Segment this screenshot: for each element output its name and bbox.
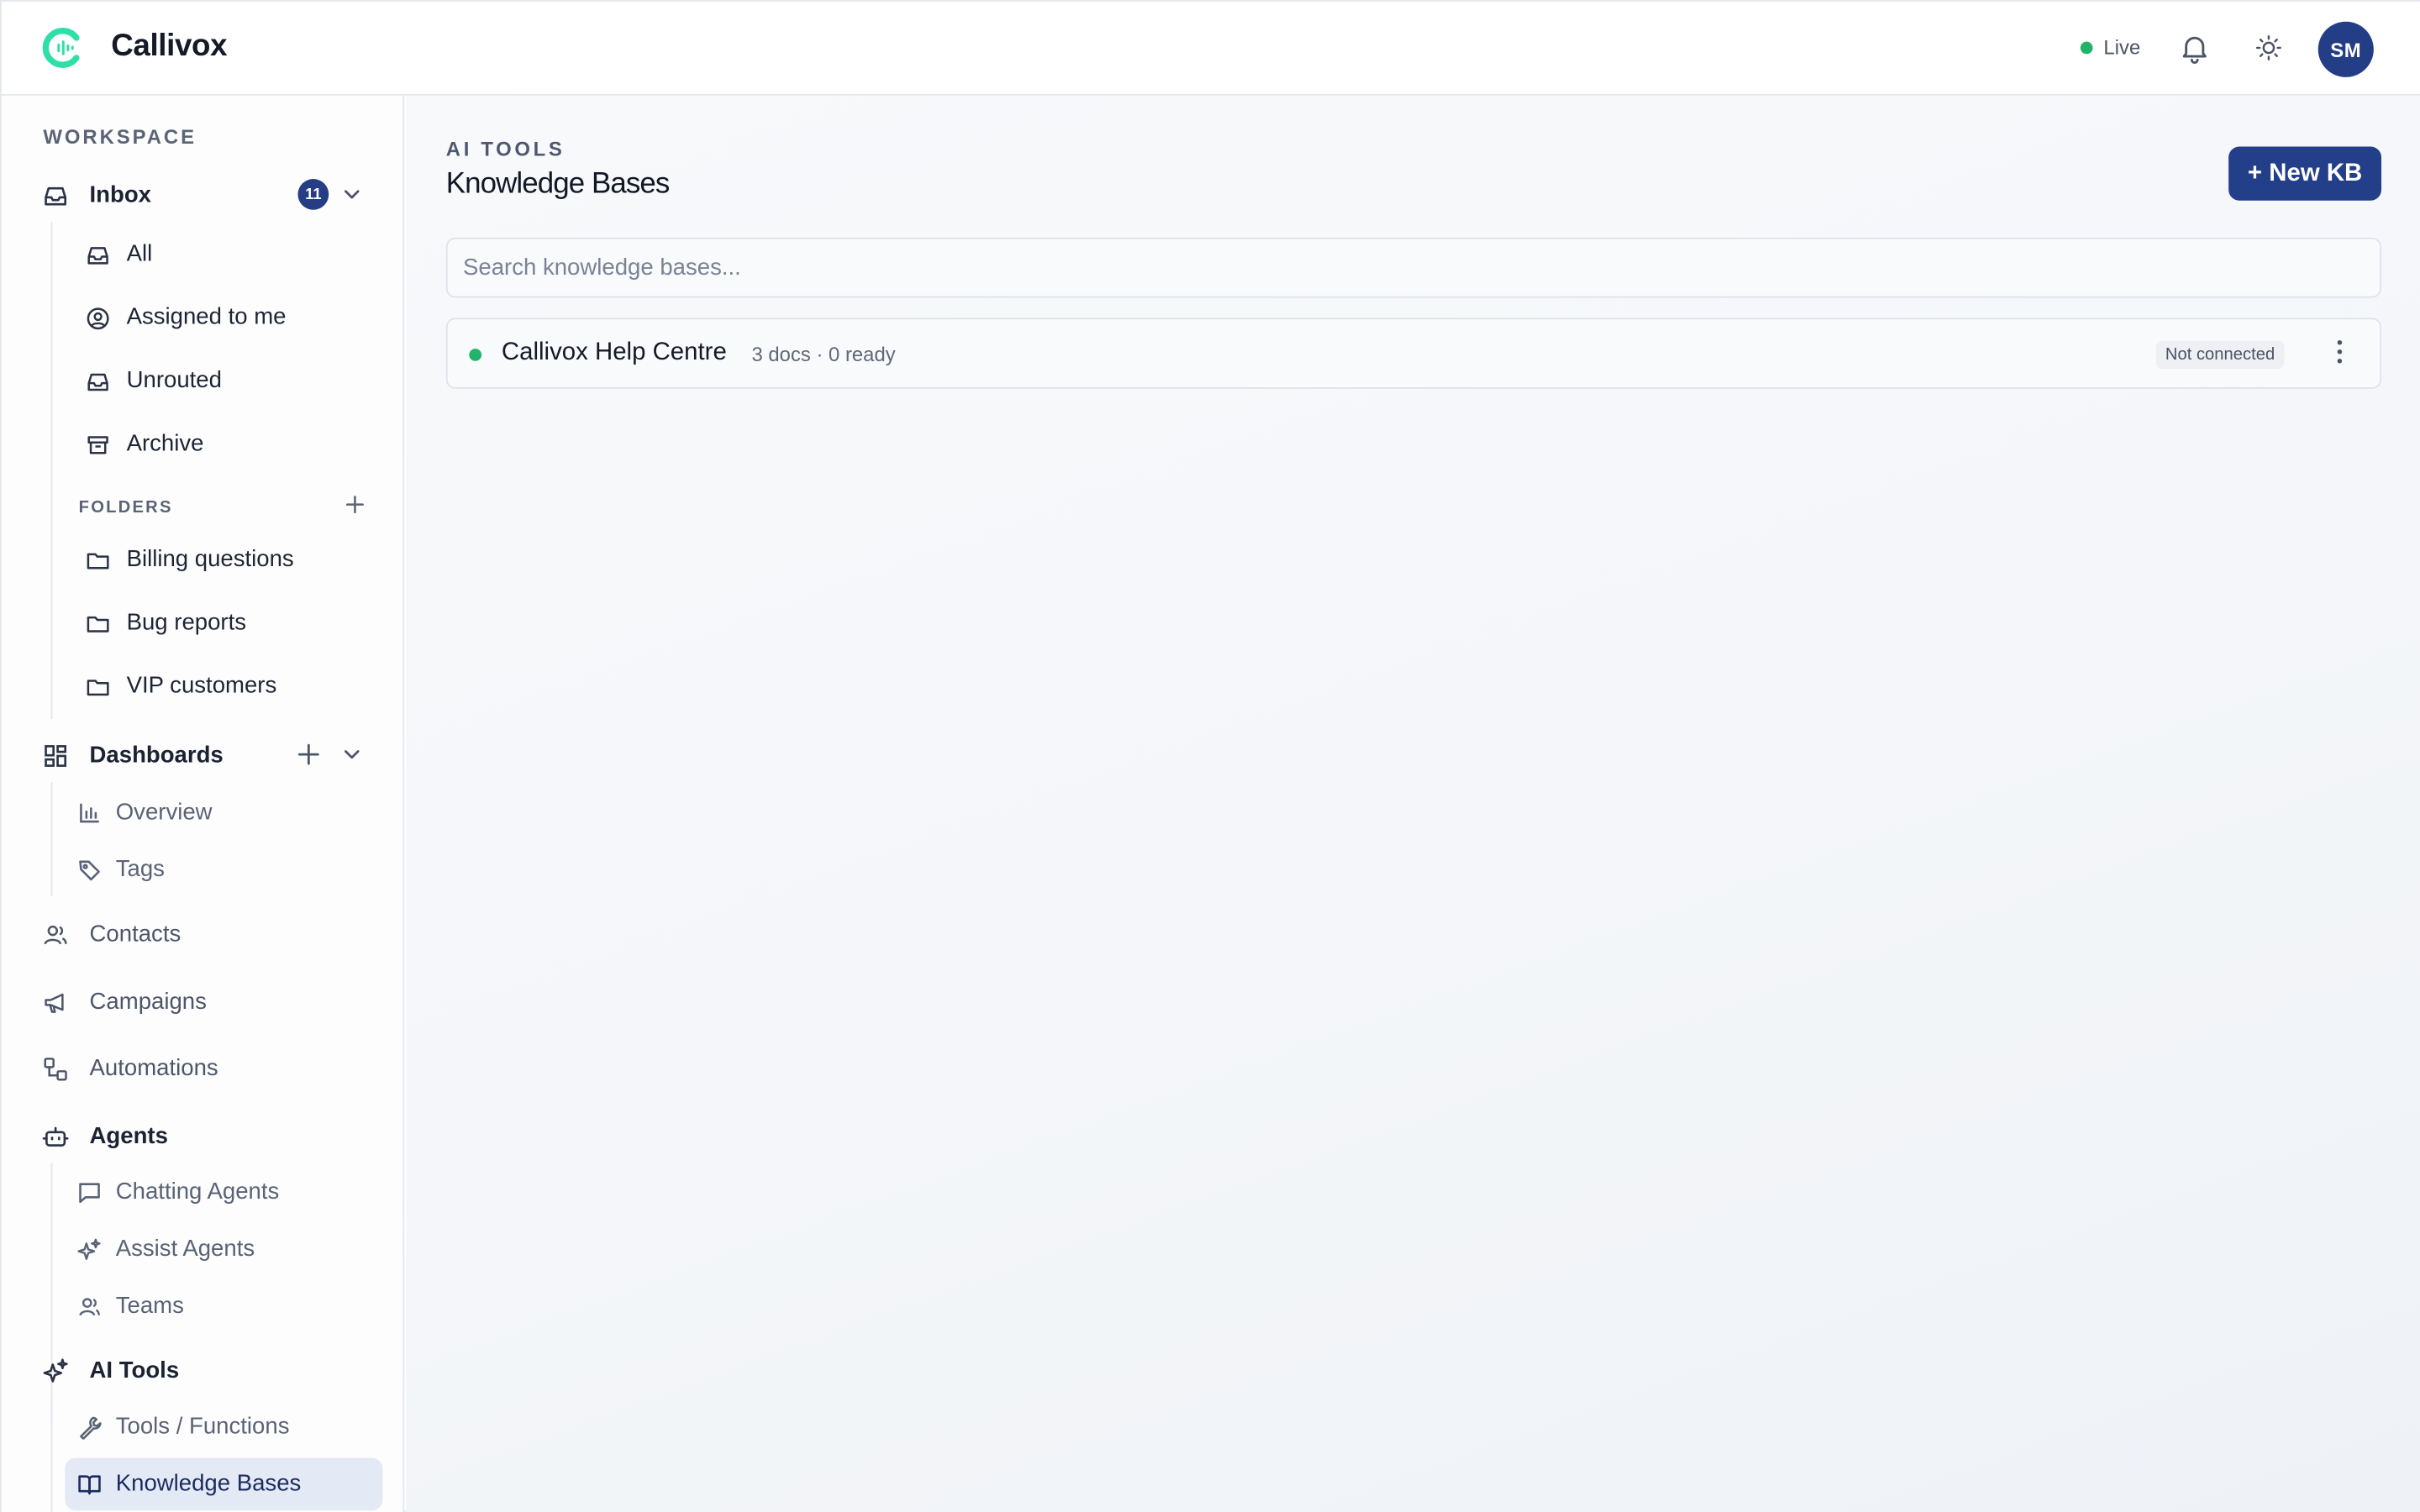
folders-heading: FOLDERS — [78, 498, 173, 517]
sidebar-item-label: Teams — [115, 1293, 184, 1320]
book-icon — [78, 1475, 101, 1495]
sidebar-item-label: All — [126, 240, 153, 267]
sidebar-item-unrouted[interactable]: Unrouted — [65, 354, 382, 407]
inbox-icon — [87, 373, 108, 391]
sidebar-item-assigned-to-me[interactable]: Assigned to me — [65, 291, 382, 344]
user-avatar[interactable]: SM — [2317, 21, 2374, 77]
sidebar-item-ai-tools[interactable]: AI Tools — [26, 1346, 381, 1395]
app-name: Callivox — [111, 29, 228, 64]
more-vertical-icon[interactable] — [2329, 338, 2351, 365]
sidebar-item-label: Assigned to me — [126, 303, 287, 331]
sidebar-item-archive[interactable]: Archive — [65, 418, 382, 470]
tree-line — [50, 1398, 53, 1512]
knowledge-base-name: Callivox Help Centre — [501, 339, 727, 366]
users-icon — [79, 1298, 101, 1316]
archive-icon — [87, 436, 108, 454]
sidebar-item-assist-agents[interactable]: Assist Agents — [65, 1224, 382, 1276]
search-input[interactable] — [445, 237, 2382, 298]
user-circle-icon — [87, 307, 109, 330]
folder-bug-reports[interactable]: Bug reports — [65, 597, 382, 649]
sidebar-item-label: AI Tools — [89, 1357, 180, 1383]
sidebar-item-label: Tags — [115, 856, 165, 883]
sidebar-section-title: WORKSPACE — [43, 124, 197, 149]
inbox-count-badge: 11 — [297, 179, 329, 210]
sidebar-item-label: Chatting Agents — [115, 1179, 280, 1205]
sidebar-item-campaigns[interactable]: Campaigns — [26, 977, 381, 1026]
sidebar-item-label: Archive — [126, 430, 204, 457]
theme-toggle-button[interactable] — [2250, 29, 2287, 66]
page-eyebrow: AI TOOLS — [445, 137, 566, 161]
sidebar-item-all[interactable]: All — [65, 228, 382, 281]
top-bar: Callivox Live SM — [1, 1, 2420, 96]
folder-billing-questions[interactable]: Billing questions — [65, 533, 382, 585]
folder-label: Bug reports — [126, 609, 247, 636]
sidebar-item-contacts[interactable]: Contacts — [26, 909, 381, 958]
tree-line — [50, 222, 53, 719]
sidebar-item-dashboards[interactable]: Dashboards — [26, 730, 381, 780]
status-dot-icon — [469, 349, 482, 361]
sidebar-item-chatting-agents[interactable]: Chatting Agents — [65, 1167, 382, 1219]
megaphone-icon — [45, 993, 64, 1013]
app-window: Callivox Live SM WORKSPACE Inbox 11 All … — [0, 0, 2420, 1512]
new-kb-button[interactable]: + New KB — [2228, 146, 2382, 201]
folder-label: VIP customers — [126, 672, 277, 700]
tag-icon — [79, 860, 100, 881]
sidebar-item-automations[interactable]: Automations — [26, 1043, 381, 1093]
bar-chart-icon — [80, 803, 99, 823]
sidebar: WORKSPACE Inbox 11 All Assigned to me Un… — [1, 95, 405, 1512]
sidebar-item-tags[interactable]: Tags — [65, 844, 382, 896]
sidebar-item-label: Unrouted — [126, 367, 222, 394]
main-content: AI TOOLS Knowledge Bases + New KB Calliv… — [406, 95, 2420, 1512]
sidebar-item-tools-functions[interactable]: Tools / Functions — [65, 1401, 382, 1453]
sidebar-item-label: Knowledge Bases — [115, 1470, 302, 1497]
page-title: Knowledge Bases — [445, 168, 671, 201]
chat-icon — [79, 1183, 100, 1204]
sparkle-icon — [43, 1358, 68, 1383]
knowledge-base-meta: 3 docs · 0 ready — [751, 342, 896, 366]
wrench-icon — [80, 1416, 102, 1440]
sidebar-item-label: Contacts — [89, 920, 182, 947]
folder-icon — [87, 553, 109, 570]
sidebar-item-inbox[interactable]: Inbox 11 — [26, 170, 381, 219]
sidebar-item-label: Agents — [89, 1122, 168, 1149]
chevron-down-icon[interactable] — [339, 742, 364, 766]
automation-flow-icon — [44, 1058, 67, 1081]
sparkle-icon — [77, 1238, 101, 1260]
sidebar-item-label: Tools / Functions — [115, 1413, 290, 1440]
sidebar-item-knowledge-bases[interactable]: Knowledge Bases — [65, 1457, 383, 1511]
add-dashboard-icon[interactable] — [295, 741, 323, 769]
sidebar-item-teams[interactable]: Teams — [65, 1280, 382, 1332]
folder-icon — [87, 616, 109, 633]
sidebar-item-label: Inbox — [89, 181, 151, 208]
folder-label: Billing questions — [126, 546, 294, 573]
connection-status-badge: Not connected — [2155, 340, 2285, 369]
knowledge-base-row[interactable]: Callivox Help Centre 3 docs · 0 ready No… — [445, 318, 2382, 389]
sidebar-item-label: Dashboards — [89, 741, 224, 768]
notifications-button[interactable] — [2176, 29, 2213, 66]
live-dot-icon — [2080, 40, 2093, 54]
folder-icon — [87, 680, 109, 696]
inbox-icon — [87, 247, 108, 265]
live-status: Live — [2080, 35, 2141, 59]
dashboard-grid-icon — [45, 745, 67, 767]
chevron-down-icon[interactable] — [339, 182, 364, 207]
tree-line — [50, 782, 53, 897]
sidebar-item-label: Campaigns — [89, 988, 207, 1015]
folder-vip-customers[interactable]: VIP customers — [65, 660, 382, 712]
add-folder-icon[interactable] — [345, 494, 366, 516]
sidebar-item-agents[interactable]: Agents — [26, 1110, 381, 1160]
bell-icon — [2182, 36, 2207, 64]
users-icon — [44, 925, 67, 945]
inbox-icon — [45, 186, 67, 206]
robot-icon — [42, 1126, 69, 1147]
live-label: Live — [2103, 35, 2141, 59]
callivox-logo-icon[interactable] — [42, 26, 85, 69]
sidebar-item-label: Assist Agents — [115, 1236, 255, 1263]
sidebar-item-label: Automations — [89, 1054, 218, 1081]
sun-icon — [2255, 34, 2281, 60]
sidebar-item-overview[interactable]: Overview — [65, 787, 382, 839]
sidebar-item-label: Overview — [115, 799, 213, 826]
